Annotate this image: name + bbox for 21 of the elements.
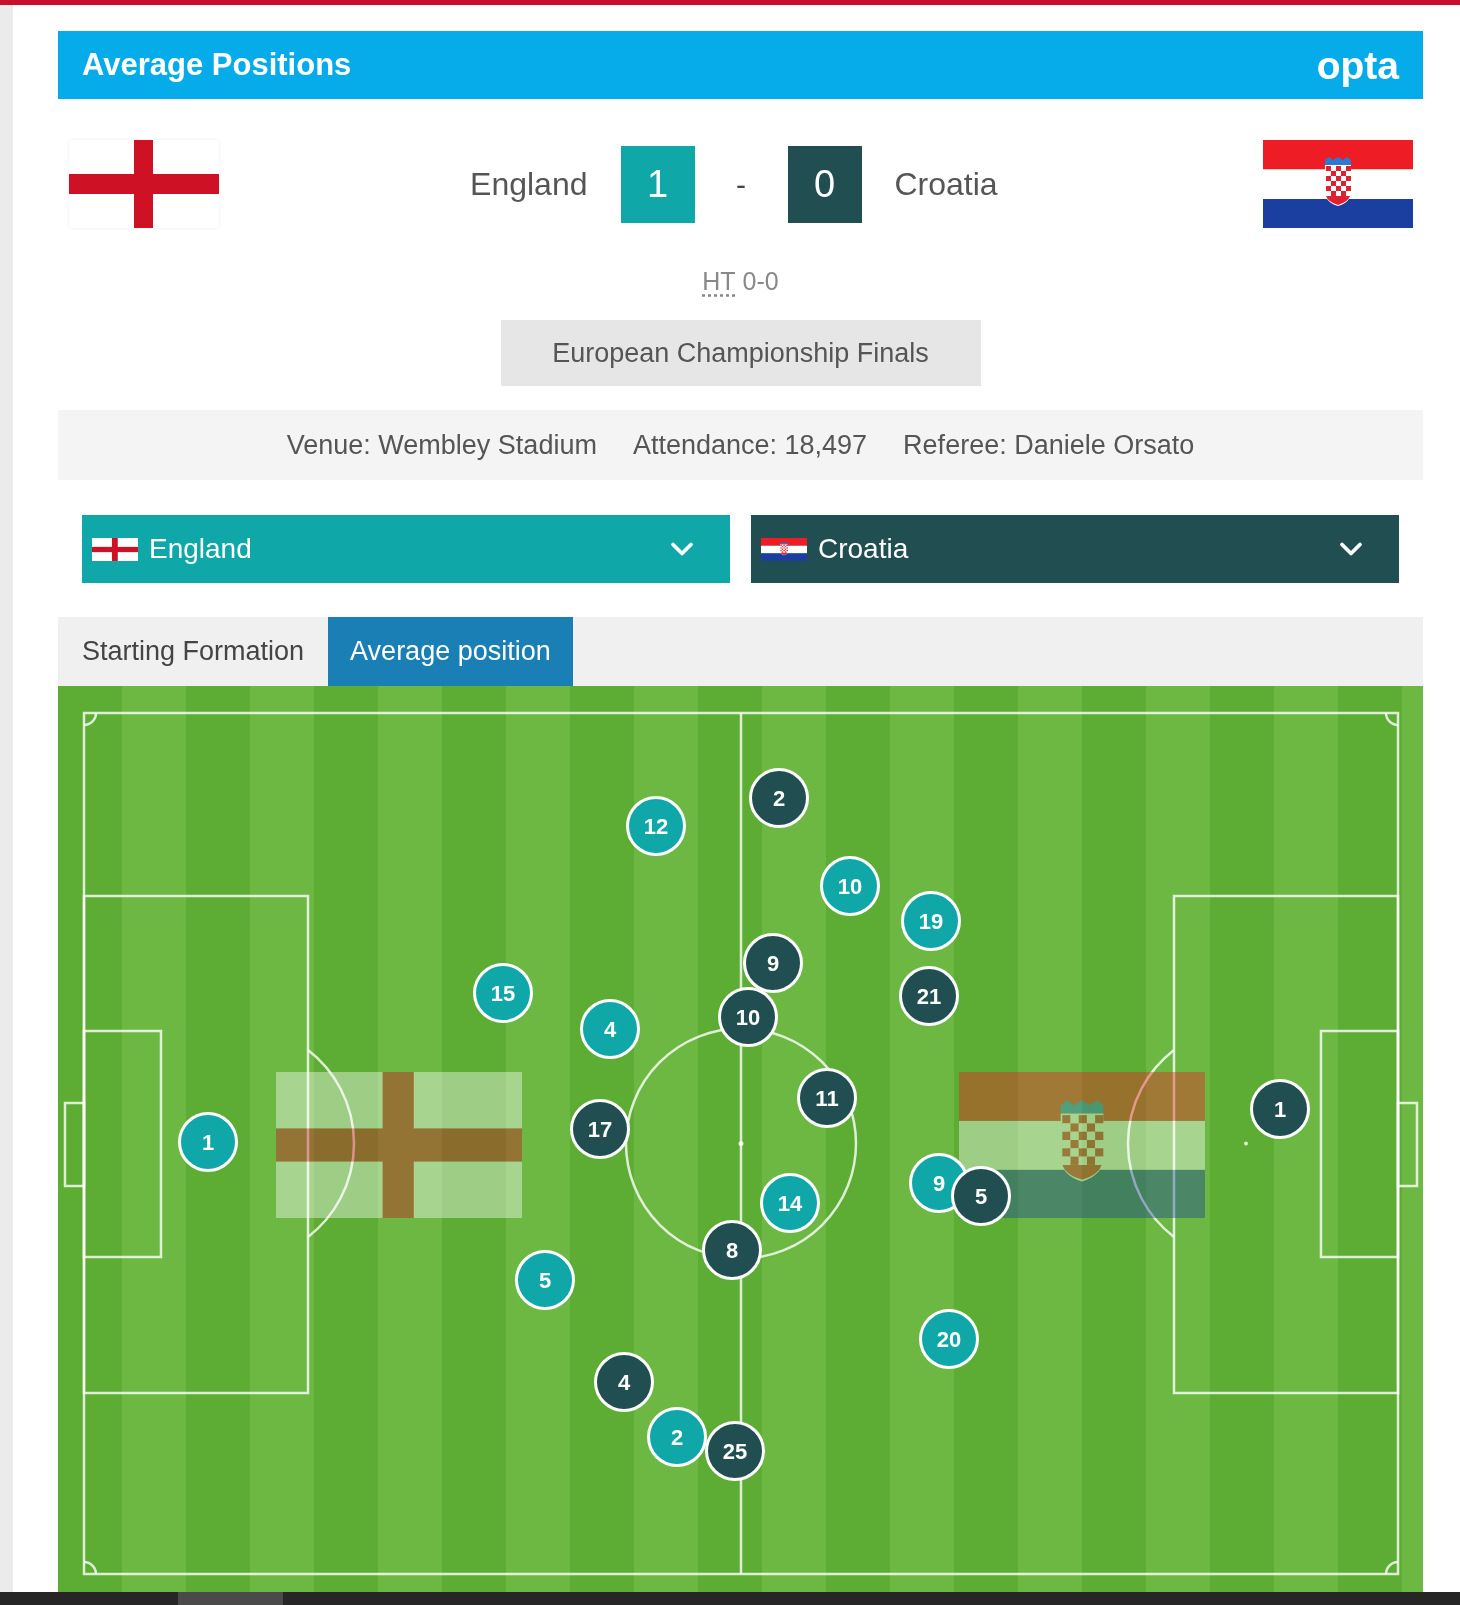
flag-icon [69,140,219,228]
match-detail: Attendance: 18,497 [632,428,868,462]
match-detail: Venue: Wembley Stadium [286,428,597,462]
scrollbar-thumb[interactable] [178,1592,283,1605]
tab[interactable]: Average position [328,617,573,686]
brand-logo: opta [1316,45,1399,85]
team-dropdown[interactable]: Croatia [751,515,1399,583]
team-score: 0 [787,145,862,223]
team-name: England [470,165,588,204]
half-time-label: HT [702,266,736,298]
match-detail: Referee: Daniele Orsato [903,428,1195,462]
half-time-score: 0-0 [742,266,779,298]
tab[interactable]: Starting Formation [58,617,329,686]
flag-icon [761,537,807,561]
score-separator: - [736,166,746,203]
flag-icon [1263,140,1413,228]
flag-icon [92,537,138,561]
header-title: Average Positions [82,45,352,84]
competition-banner: European Championship Finals [500,320,981,386]
team-score: 1 [620,145,695,223]
team-name: Croatia [894,165,998,204]
